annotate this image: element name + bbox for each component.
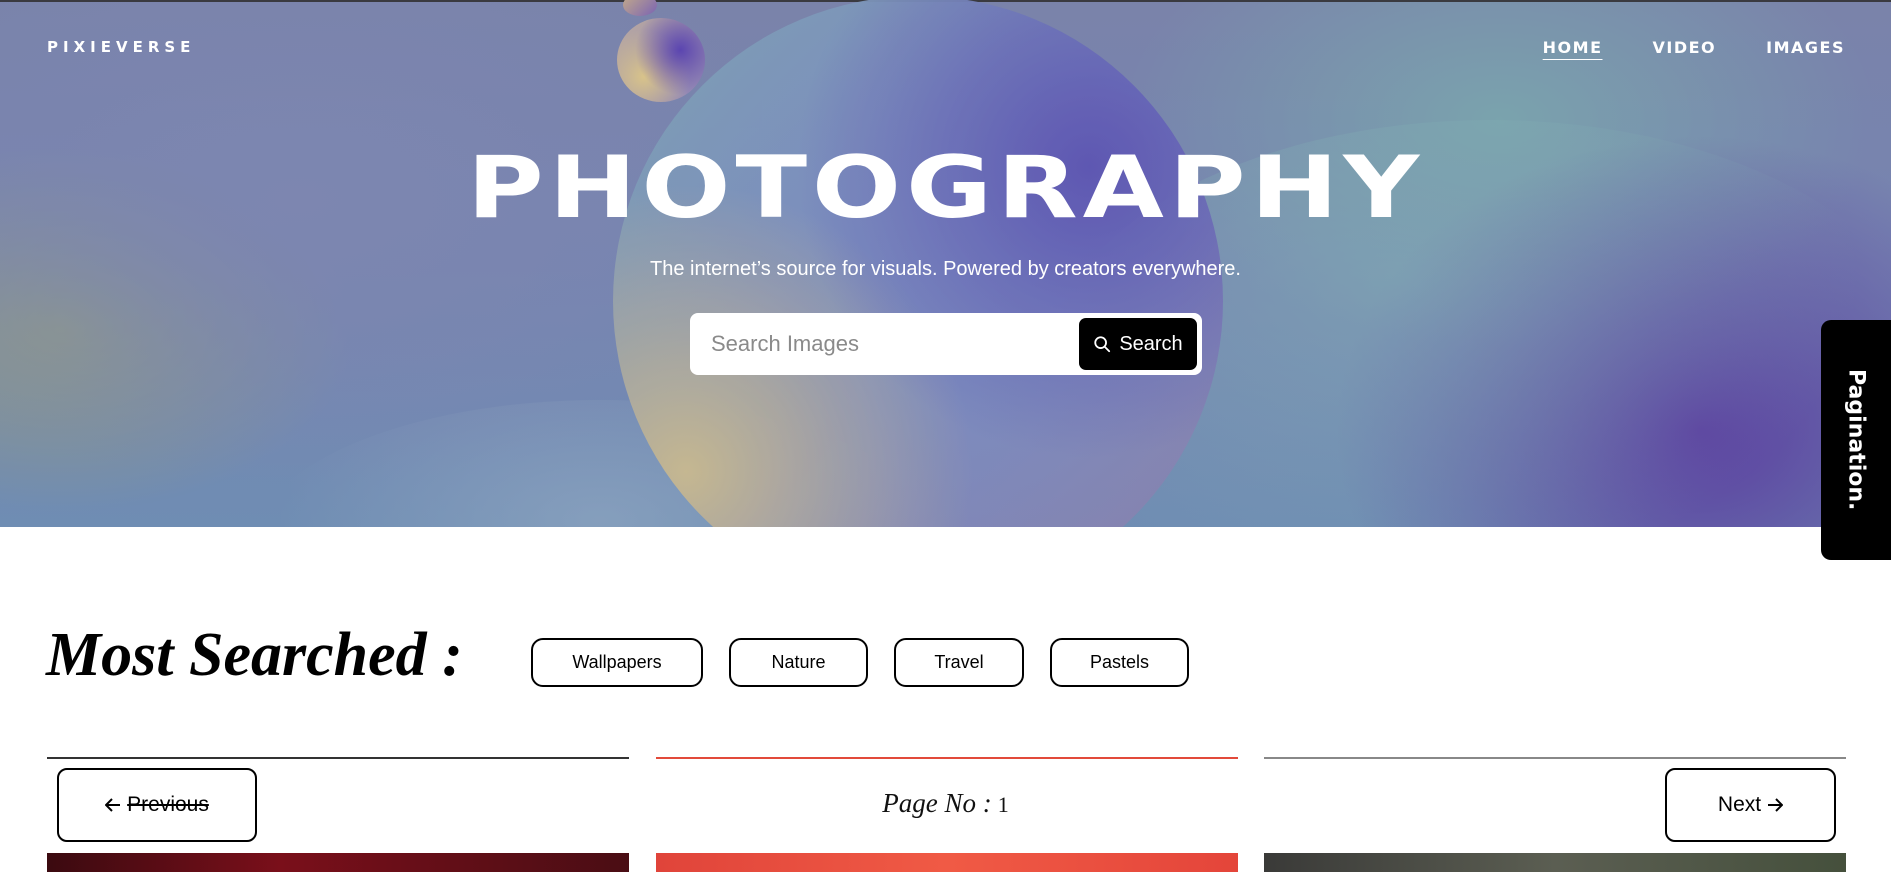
most-searched-title: Most Searched : (46, 621, 463, 689)
card-border (47, 757, 629, 759)
card-border (1264, 757, 1846, 759)
search-bar: Search (690, 313, 1202, 375)
side-tab-label: Pagination. (1843, 369, 1869, 511)
page-indicator: Page No :1 (0, 788, 1891, 819)
search-icon (1094, 336, 1111, 353)
gallery-image (47, 853, 629, 872)
hero-small-sphere-decoration (617, 18, 705, 102)
hero-banner: PIXIEVERSE HOME VIDEO IMAGES PHOTOGRAPHY… (0, 0, 1891, 527)
nav-home[interactable]: HOME (1543, 38, 1603, 57)
page-number: 1 (997, 792, 1009, 817)
page: PIXIEVERSE HOME VIDEO IMAGES PHOTOGRAPHY… (0, 0, 1891, 872)
tag-nature[interactable]: Nature (729, 638, 868, 687)
main-nav: HOME VIDEO IMAGES (1543, 38, 1845, 57)
tag-wallpapers[interactable]: Wallpapers (531, 638, 703, 687)
hero-tiny-sphere-decoration (623, 0, 657, 16)
most-searched-tags: Wallpapers Nature Travel Pastels (531, 638, 1189, 687)
gallery-image (656, 853, 1238, 872)
gallery-image (1264, 853, 1846, 872)
tag-pastels[interactable]: Pastels (1050, 638, 1189, 687)
pagination-side-tab[interactable]: Pagination. (1821, 320, 1891, 560)
search-button[interactable]: Search (1079, 318, 1197, 370)
brand-logo[interactable]: PIXIEVERSE (47, 38, 195, 56)
hero-title: PHOTOGRAPHY (466, 138, 1425, 238)
search-button-label: Search (1119, 332, 1183, 355)
nav-images[interactable]: IMAGES (1766, 38, 1845, 57)
next-button[interactable]: Next (1665, 768, 1836, 842)
search-input[interactable] (695, 318, 1079, 370)
next-button-label: Next (1717, 793, 1762, 816)
page-label: Page No : (882, 788, 992, 818)
card-border (656, 757, 1238, 759)
tag-travel[interactable]: Travel (894, 638, 1024, 687)
arrow-right-icon (1768, 798, 1784, 812)
hero-subtitle: The internet’s source for visuals. Power… (649, 258, 1241, 280)
pagination-bar: Previous Page No :1 Next (0, 768, 1891, 854)
nav-video[interactable]: VIDEO (1653, 38, 1717, 57)
